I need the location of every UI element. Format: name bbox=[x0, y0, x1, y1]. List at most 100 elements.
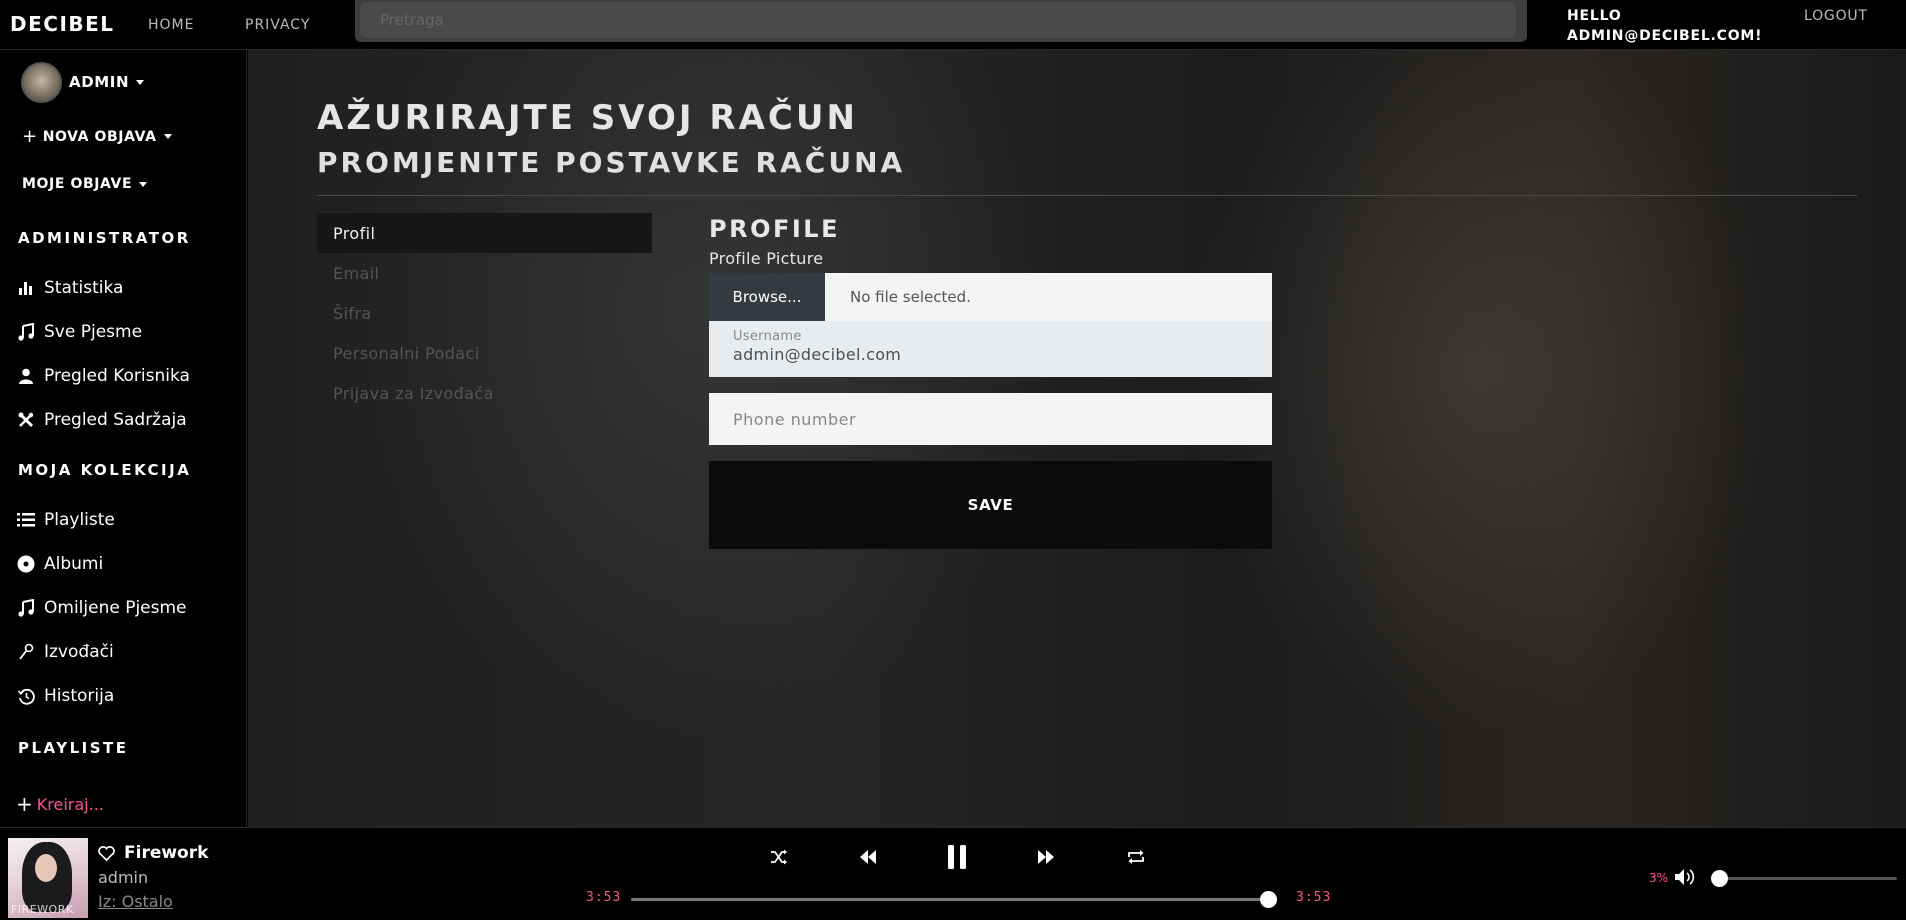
page-title: AŽURIRAJTE SVOJ RAČUN bbox=[317, 98, 858, 138]
new-post-dropdown[interactable]: + NOVA OBJAVA bbox=[22, 126, 172, 147]
admin-section-title: ADMINISTRATOR bbox=[18, 229, 191, 247]
greeting-email: ADMIN@DECIBEL.COM! bbox=[1567, 28, 1763, 44]
search-bar bbox=[355, 0, 1527, 42]
file-status: No file selected. bbox=[850, 288, 971, 306]
new-post-label: NOVA OBJAVA bbox=[42, 128, 157, 145]
brand-logo[interactable]: DECIBEL bbox=[10, 12, 115, 36]
disc-icon bbox=[16, 554, 36, 574]
elapsed-time: 3:53 bbox=[586, 890, 622, 905]
tools-icon bbox=[16, 410, 36, 430]
sidebar-item-label: Pregled Korisnika bbox=[44, 366, 190, 386]
user-greeting: HELLO ADMIN@DECIBEL.COM! bbox=[1567, 6, 1762, 46]
track-album-link[interactable]: Iz: Ostalo bbox=[98, 892, 173, 911]
sidebar-item-pregled-korisnika[interactable]: Pregled Korisnika bbox=[16, 363, 190, 389]
sidebar-item-label: Albumi bbox=[44, 554, 104, 574]
sidebar-item-label: Sve Pjesme bbox=[44, 322, 143, 342]
person-icon bbox=[16, 366, 36, 386]
search-input[interactable] bbox=[360, 2, 1516, 38]
logout-link[interactable]: LOGOUT bbox=[1804, 8, 1868, 24]
progress-fill bbox=[631, 898, 1277, 901]
sidebar-item-izvodjaci[interactable]: Izvođači bbox=[16, 639, 114, 665]
sidebar-item-statistika[interactable]: Statistika bbox=[16, 275, 123, 301]
fast-forward-icon bbox=[1038, 850, 1054, 864]
pause-button[interactable] bbox=[942, 842, 972, 872]
caret-down-icon bbox=[139, 181, 148, 187]
username-label: Username bbox=[733, 329, 802, 344]
duration-time: 3:53 bbox=[1296, 890, 1332, 905]
next-button[interactable] bbox=[1031, 842, 1061, 872]
cover-text: FIREWORK bbox=[11, 903, 74, 916]
username-field: Username admin@decibel.com bbox=[709, 321, 1272, 377]
settings-tab-personalni-podaci[interactable]: Personalni Podaci bbox=[317, 333, 652, 373]
heart-icon[interactable] bbox=[98, 846, 115, 865]
sidebar-item-albumi[interactable]: Albumi bbox=[16, 551, 103, 577]
volume-thumb[interactable] bbox=[1711, 870, 1728, 887]
greeting-hello: HELLO bbox=[1567, 8, 1622, 24]
plus-icon: + bbox=[22, 126, 38, 147]
history-icon bbox=[16, 686, 36, 706]
avatar bbox=[21, 61, 62, 103]
album-cover: FIREWORK bbox=[8, 838, 88, 918]
nav-privacy-link[interactable]: PRIVACY bbox=[245, 17, 310, 33]
page-subtitle: PROMJENITE POSTAVKE RAČUNA bbox=[317, 146, 906, 179]
nav-home-link[interactable]: HOME bbox=[148, 17, 194, 33]
browse-button[interactable]: Browse... bbox=[709, 273, 825, 321]
sidebar-item-label: Pregled Sadržaja bbox=[44, 410, 187, 430]
settings-tab-email[interactable]: Email bbox=[317, 253, 652, 293]
repeat-icon bbox=[1128, 850, 1144, 864]
user-name: ADMIN bbox=[69, 73, 130, 91]
pause-icon bbox=[948, 845, 966, 869]
repeat-button[interactable] bbox=[1121, 842, 1151, 872]
profile-form: PROFILE Profile Picture Browse... No fil… bbox=[709, 213, 1272, 549]
sidebar-item-label: Statistika bbox=[44, 278, 124, 298]
volume-slider[interactable] bbox=[1711, 870, 1897, 887]
rewind-icon bbox=[860, 850, 876, 864]
user-menu-toggle[interactable]: ADMIN bbox=[21, 61, 145, 103]
list-icon bbox=[16, 510, 36, 530]
sidebar: ADMIN + NOVA OBJAVA MOJE OBJAVE ADMINIST… bbox=[0, 50, 247, 827]
track-artist: admin bbox=[98, 868, 149, 887]
sidebar-item-historija[interactable]: Historija bbox=[16, 683, 114, 709]
sidebar-item-playliste[interactable]: Playliste bbox=[16, 507, 115, 533]
shuffle-icon bbox=[771, 849, 787, 865]
microphone-icon bbox=[16, 642, 36, 662]
sidebar-item-label: Playliste bbox=[44, 510, 115, 530]
progress-thumb[interactable] bbox=[1260, 891, 1277, 908]
collection-section-title: MOJA KOLEKCIJA bbox=[18, 461, 192, 479]
shuffle-button[interactable] bbox=[764, 842, 794, 872]
music-note-icon bbox=[16, 322, 36, 342]
settings-tab-prijava-za-izvodjaca[interactable]: Prijava za Izvođača bbox=[317, 373, 652, 413]
caret-down-icon bbox=[163, 134, 172, 139]
profile-picture-label: Profile Picture bbox=[709, 249, 824, 268]
my-posts-label: MOJE OBJAVE bbox=[22, 176, 133, 192]
create-playlist-label: Kreiraj... bbox=[36, 794, 104, 814]
username-value: admin@decibel.com bbox=[733, 345, 902, 364]
progress-bar[interactable] bbox=[631, 891, 1277, 908]
save-button[interactable]: SAVE bbox=[709, 461, 1272, 549]
sidebar-item-omiljene-pjesme[interactable]: Omiljene Pjesme bbox=[16, 595, 187, 621]
my-posts-dropdown[interactable]: MOJE OBJAVE bbox=[22, 176, 148, 192]
previous-button[interactable] bbox=[853, 842, 883, 872]
profile-heading: PROFILE bbox=[709, 215, 840, 243]
phone-number-field[interactable] bbox=[709, 393, 1272, 445]
volume-icon[interactable] bbox=[1674, 868, 1696, 890]
sidebar-item-pregled-sadrzaja[interactable]: Pregled Sadržaja bbox=[16, 407, 187, 433]
settings-nav: Profil Email Šifra Personalni Podaci Pri… bbox=[317, 213, 652, 413]
create-playlist-button[interactable]: + Kreiraj... bbox=[16, 792, 104, 816]
sidebar-item-label: Izvođači bbox=[44, 642, 114, 662]
settings-tab-profil[interactable]: Profil bbox=[317, 213, 652, 253]
plus-icon: + bbox=[16, 792, 33, 816]
top-navbar: DECIBEL HOME PRIVACY HELLO ADMIN@DECIBEL… bbox=[0, 0, 1906, 50]
track-title: Firework bbox=[124, 843, 209, 863]
main-content: AŽURIRAJTE SVOJ RAČUN PROMJENITE POSTAVK… bbox=[248, 50, 1906, 827]
settings-tab-sifra[interactable]: Šifra bbox=[317, 293, 652, 333]
sidebar-item-sve-pjesme[interactable]: Sve Pjesme bbox=[16, 319, 142, 345]
music-player: FIREWORK Firework admin Iz: Ostalo 3:53 … bbox=[0, 827, 1906, 920]
playlists-section-title: PLAYLISTE bbox=[18, 739, 129, 757]
divider bbox=[317, 195, 1857, 196]
sidebar-item-label: Historija bbox=[44, 686, 115, 706]
bar-chart-icon bbox=[16, 278, 36, 298]
caret-down-icon bbox=[136, 79, 145, 85]
profile-picture-input[interactable]: Browse... No file selected. bbox=[709, 273, 1272, 321]
music-note-icon bbox=[16, 598, 36, 618]
